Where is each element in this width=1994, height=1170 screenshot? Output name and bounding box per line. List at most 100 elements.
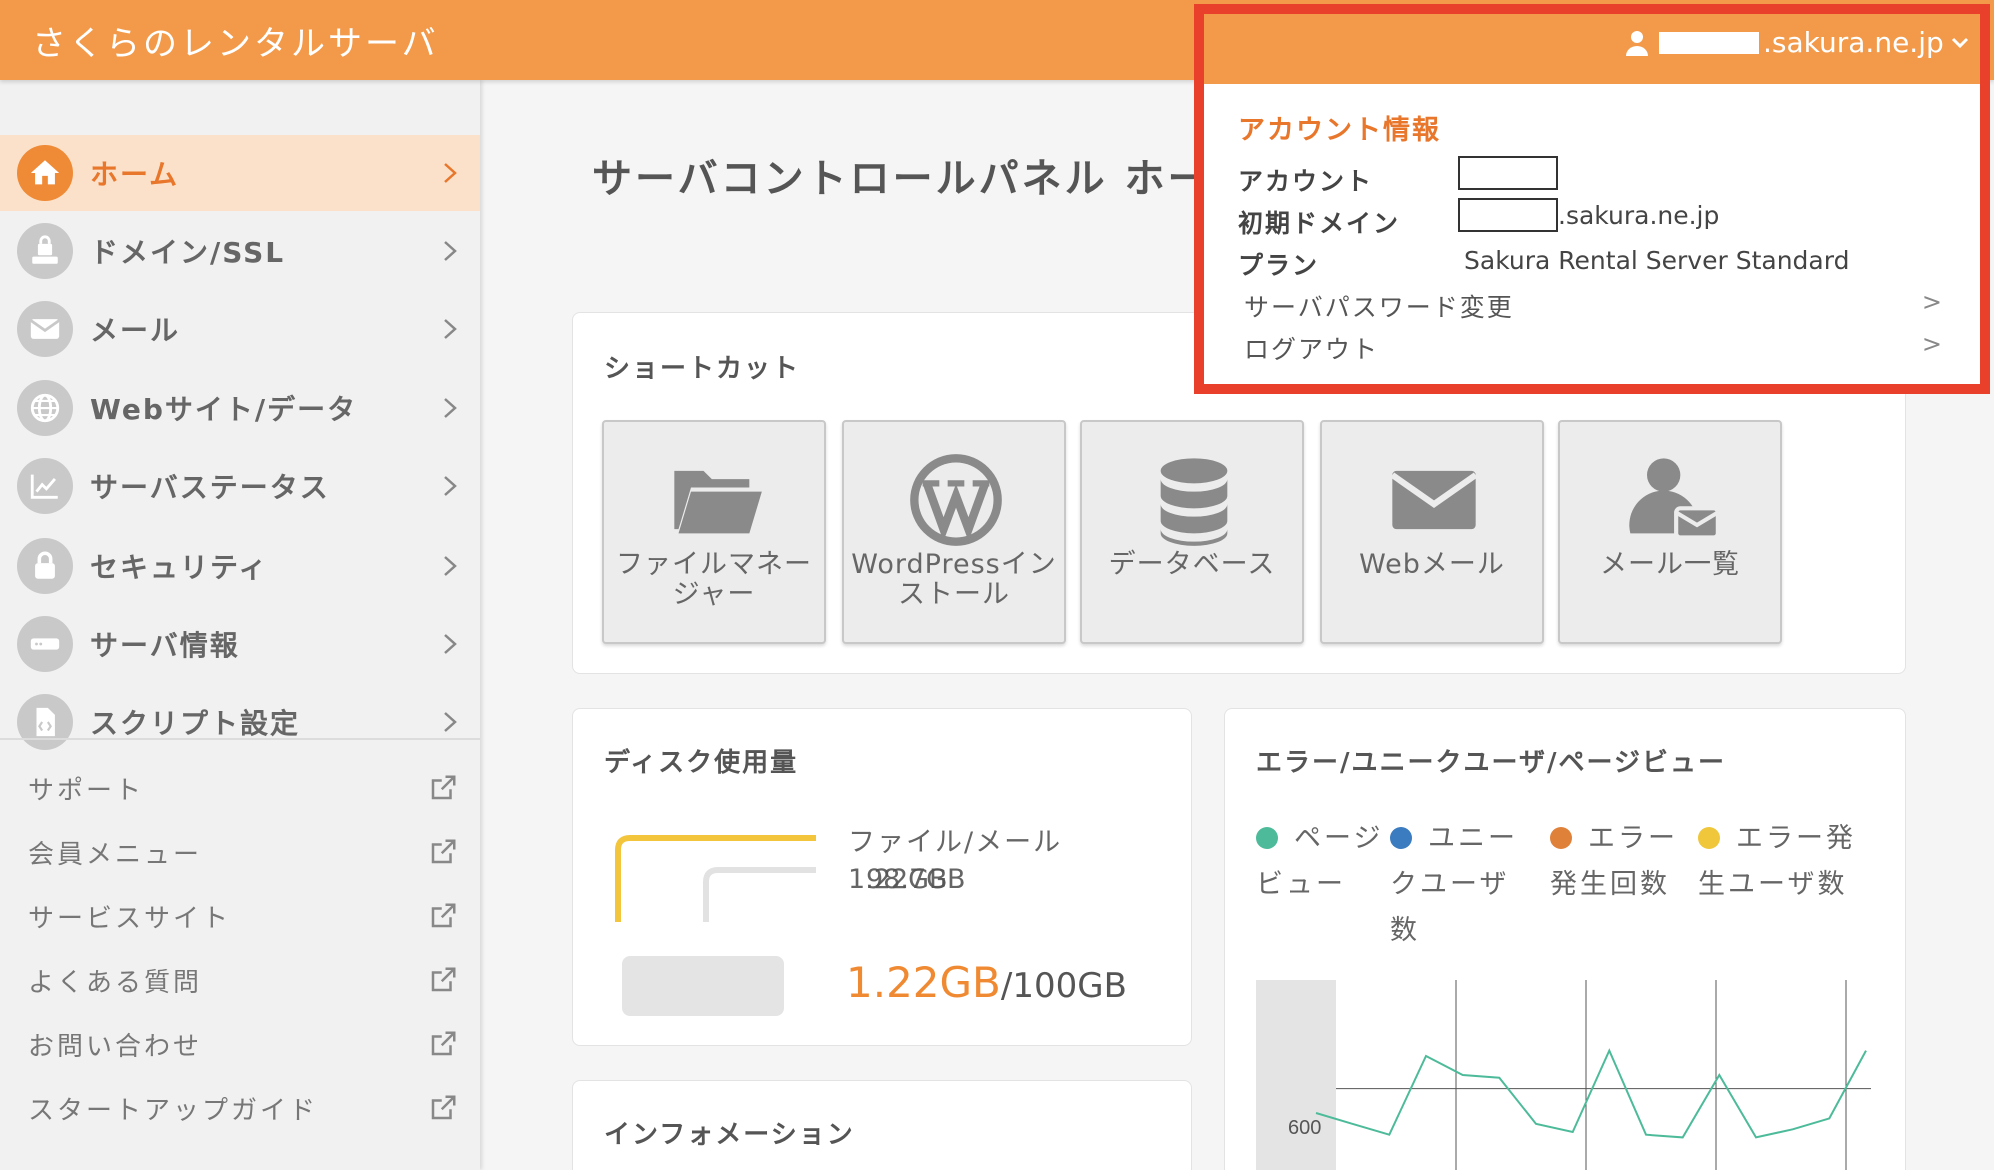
sidebar-link-startup-guide[interactable]: スタートアップガイド — [28, 1083, 458, 1133]
lock-icon — [17, 538, 73, 594]
sidebar-item-server-status[interactable]: サーバステータス — [0, 448, 480, 524]
user-icon — [1626, 30, 1648, 56]
shortcut-label: Webメール — [1359, 549, 1505, 580]
shortcut-webmail[interactable]: Webメール — [1320, 420, 1544, 644]
domain-label: 初期ドメイン — [1238, 209, 1401, 238]
script-file-icon — [17, 694, 73, 750]
chevron-right-icon — [444, 556, 457, 576]
legend-unique-users[interactable]: ユニークユーザ数 — [1390, 816, 1530, 954]
shortcut-wordpress-install[interactable]: WordPressインストール — [842, 420, 1066, 644]
shortcut-mail-list[interactable]: メール一覧 — [1558, 420, 1782, 644]
sidebar-divider — [0, 738, 480, 740]
sidebar-item-server-info[interactable]: サーバ情報 — [0, 606, 480, 682]
sidebar-item-script-settings[interactable]: スクリプト設定 — [0, 684, 480, 760]
logout-link[interactable]: ログアウト > — [1244, 330, 1944, 366]
sidebar-link-member-menu[interactable]: 会員メニュー — [28, 827, 458, 877]
shortcut-database[interactable]: データベース — [1080, 420, 1304, 644]
legend-error-users[interactable]: エラー発生ユーザ数 — [1698, 816, 1868, 908]
sidebar-item-label: ホーム — [90, 158, 180, 191]
envelope-icon — [1390, 470, 1478, 530]
chevron-right-icon — [444, 712, 457, 732]
legend-dot — [1698, 827, 1720, 849]
y-tick-label: 600 — [1288, 1117, 1321, 1139]
database-icon — [1160, 458, 1228, 546]
plan-label: プラン — [1238, 251, 1320, 280]
redacted-box — [1458, 198, 1558, 232]
account-menu-button[interactable]: .sakura.ne.jp — [1625, 26, 1970, 59]
legend-pageviews[interactable]: ページビュー — [1256, 816, 1386, 908]
account-info-panel: アカウント情報 アカウント 初期ドメイン .sakura.ne.jp プラン S… — [1204, 84, 1980, 384]
sidebar: ホーム ドメイン/SSL メール Webサイト/データ サーバステータス セキュ — [0, 80, 480, 1170]
shortcut-label: メール一覧 — [1600, 549, 1740, 580]
disk-usage-value: 1.22GB/100GB — [846, 958, 1127, 1007]
envelope-icon — [17, 301, 73, 357]
external-link-icon — [431, 839, 456, 864]
sidebar-link-label: お問い合わせ — [28, 1031, 203, 1062]
sidebar-link-contact[interactable]: お問い合わせ — [28, 1019, 458, 1069]
disk-usage-bar — [622, 956, 784, 1016]
redacted-account-name — [1659, 31, 1759, 54]
disk-total: /100GB — [1000, 966, 1127, 1006]
legend-dot — [1550, 827, 1572, 849]
sidebar-link-label: 会員メニュー — [28, 839, 203, 870]
sidebar-link-label: スタートアップガイド — [28, 1095, 319, 1126]
disk-used-arc — [703, 867, 816, 922]
sidebar-item-label: スクリプト設定 — [90, 707, 301, 740]
sidebar-item-label: サーバステータス — [90, 471, 330, 504]
disk-legend-free: 98.7GB — [866, 864, 966, 895]
app-title[interactable]: さくらのレンタルサーバ — [32, 16, 439, 65]
chevron-right-icon — [444, 241, 457, 261]
page-title: サーバコントロールパネル ホーム — [592, 156, 1212, 202]
account-domain: .sakura.ne.jp — [1763, 26, 1944, 59]
legend-dot — [1390, 827, 1412, 849]
shortcut-label: WordPressインストール — [851, 549, 1057, 610]
chevron-right-icon — [444, 163, 457, 183]
disk-usage-title: ディスク使用量 — [604, 748, 799, 778]
shortcuts-title: ショートカット — [604, 354, 801, 384]
sidebar-item-label: サーバ情報 — [90, 629, 240, 662]
link-label: ログアウト — [1244, 335, 1380, 364]
user-mail-icon — [1629, 458, 1720, 540]
chart-icon — [17, 458, 73, 514]
folder-icon — [674, 470, 762, 534]
chevron-down-icon — [1951, 37, 1968, 48]
stats-chart: 600 — [1256, 980, 1871, 1170]
series-line-pageviews — [1315, 1048, 1867, 1139]
shortcut-file-manager[interactable]: ファイルマネージャー — [602, 420, 826, 644]
chevron-right-icon: > — [1921, 288, 1944, 316]
sidebar-item-website-data[interactable]: Webサイト/データ — [0, 370, 480, 446]
sidebar-item-security[interactable]: セキュリティ — [0, 528, 480, 604]
legend-dot — [1256, 827, 1278, 849]
account-label: アカウント — [1238, 167, 1374, 196]
sidebar-item-label: ドメイン/SSL — [90, 236, 286, 269]
globe-icon — [17, 380, 73, 436]
legend-error-count[interactable]: エラー発生回数 — [1550, 816, 1680, 908]
chevron-right-icon — [444, 634, 457, 654]
sidebar-link-faq[interactable]: よくある質問 — [28, 955, 458, 1005]
external-link-icon — [431, 903, 456, 928]
domain-lock-icon — [17, 223, 73, 279]
disk-capacity-arc — [615, 835, 816, 922]
sidebar-item-domain-ssl[interactable]: ドメイン/SSL — [0, 213, 480, 289]
account-dropdown: アカウント情報 アカウント 初期ドメイン .sakura.ne.jp プラン S… — [1194, 4, 1990, 394]
chart-band — [1256, 980, 1336, 1170]
sidebar-link-support[interactable]: サポート — [28, 763, 458, 813]
wordpress-icon — [910, 454, 1002, 546]
disk-usage-graphic — [615, 835, 816, 1016]
disk-legend-label: ファイル/メール — [848, 827, 1063, 858]
external-link-icon — [431, 967, 456, 992]
link-label: サーバパスワード変更 — [1244, 293, 1514, 322]
server-password-change-link[interactable]: サーバパスワード変更 > — [1244, 288, 1944, 324]
shortcut-label: ファイルマネージャー — [616, 549, 812, 610]
legend-label: エラー発生ユーザ数 — [1698, 823, 1856, 900]
sidebar-item-label: セキュリティ — [90, 551, 269, 584]
sidebar-link-label: サポート — [28, 775, 145, 806]
home-icon — [17, 145, 73, 201]
sidebar-link-service-site[interactable]: サービスサイト — [28, 891, 458, 941]
sidebar-item-label: メール — [90, 314, 181, 347]
domain-suffix: .sakura.ne.jp — [1558, 200, 1720, 230]
external-link-icon — [431, 1095, 456, 1120]
shortcut-label: データベース — [1108, 549, 1276, 580]
sidebar-item-mail[interactable]: メール — [0, 291, 480, 367]
sidebar-item-home[interactable]: ホーム — [0, 135, 480, 211]
